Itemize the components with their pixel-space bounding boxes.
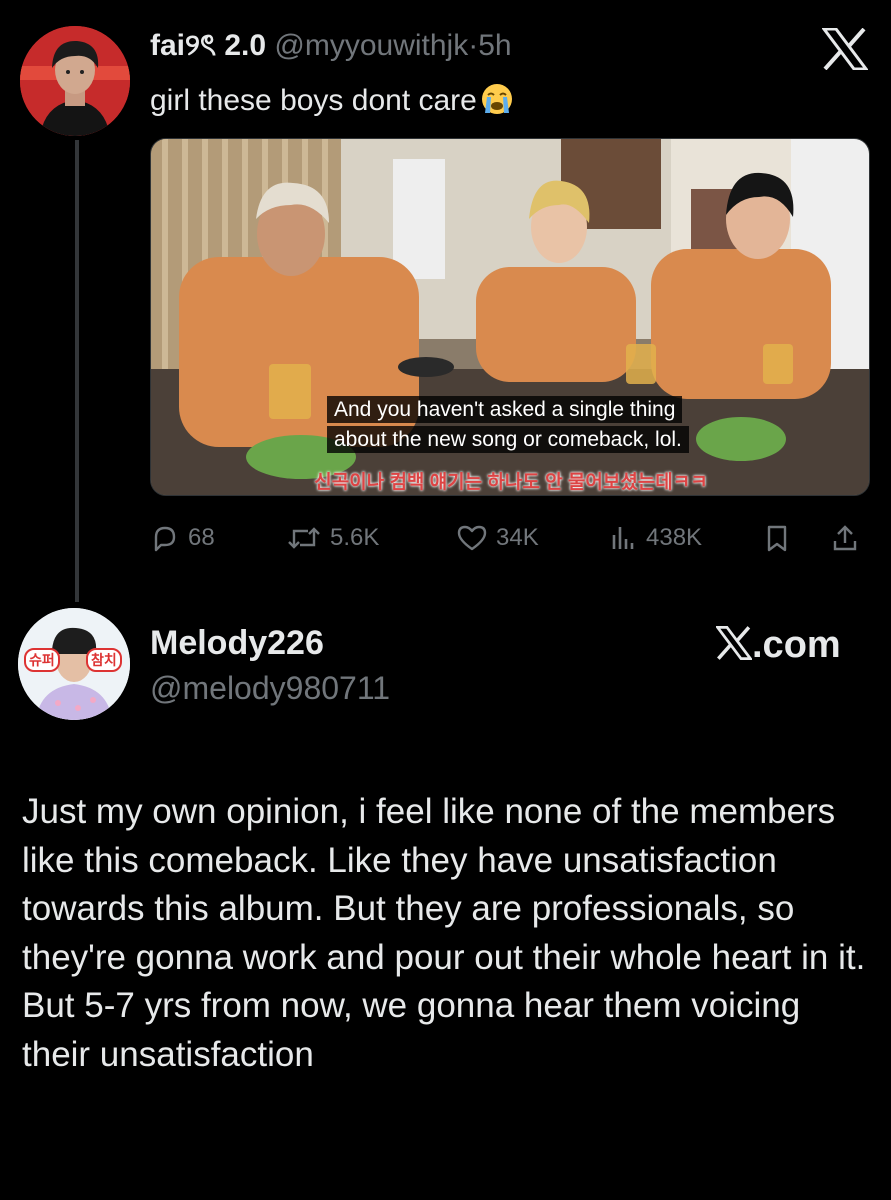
tweet-media-image[interactable]: And you haven't asked a single thing abo… <box>150 138 870 496</box>
reply-count: 68 <box>188 524 215 551</box>
view-count: 438K <box>646 524 703 551</box>
tweet-text-content: girl these boys dont care <box>150 84 477 117</box>
user-handle[interactable]: @myyouwithjk <box>274 29 468 62</box>
x-com-text: .com <box>752 624 841 666</box>
repost-button[interactable]: 5.6K <box>286 518 379 558</box>
x-com-watermark: .com <box>714 624 841 667</box>
tweet-text: girl these boys dont care <box>150 80 515 125</box>
views-button[interactable]: 438K <box>608 518 702 558</box>
user-handle[interactable]: @melody980711 <box>150 670 390 707</box>
x-logo-icon <box>714 625 754 661</box>
like-button[interactable]: 34K <box>456 518 539 558</box>
video-subtitle-line-1: And you haven't asked a single thing <box>327 396 683 423</box>
bookmark-icon <box>767 525 787 552</box>
loudly-crying-face-icon <box>479 80 515 125</box>
thread-connector-line <box>75 140 79 602</box>
share-icon <box>833 525 857 551</box>
reply-icon <box>154 526 176 552</box>
x-logo-icon[interactable] <box>822 28 868 70</box>
video-korean-subtitle: 신곡이나 컴백 얘기는 하나도 안 물어보셨는데ㅋㅋ <box>314 472 708 493</box>
timestamp[interactable]: 5h <box>478 29 511 62</box>
video-subtitle-line-2: about the new song or comeback, lol. <box>327 426 689 453</box>
heart-icon <box>457 525 487 551</box>
bookmark-button[interactable] <box>762 518 800 558</box>
display-name[interactable]: fai୨ৎ 2.0 <box>150 29 266 62</box>
tweet-text: Just my own opinion, i feel like none of… <box>22 792 866 1074</box>
reply-button[interactable]: 68 <box>150 518 215 558</box>
tweet-action-bar: 68 5.6K 34K 438K <box>150 518 870 558</box>
avatar-tag-right: 참치 <box>86 648 122 672</box>
share-button[interactable] <box>830 518 868 558</box>
tweet-header: fai୨ৎ 2.0 @myyouwithjk·5h <box>150 28 512 64</box>
analytics-icon <box>612 527 634 549</box>
repost-icon <box>288 527 320 549</box>
like-count: 34K <box>496 524 539 551</box>
avatar[interactable]: 슈퍼 참치 <box>18 608 130 720</box>
repost-count: 5.6K <box>330 524 380 551</box>
display-name[interactable]: Melody226 <box>150 624 324 663</box>
separator-dot: · <box>468 29 479 62</box>
avatar-tag-left: 슈퍼 <box>24 648 60 672</box>
avatar[interactable] <box>20 26 130 136</box>
